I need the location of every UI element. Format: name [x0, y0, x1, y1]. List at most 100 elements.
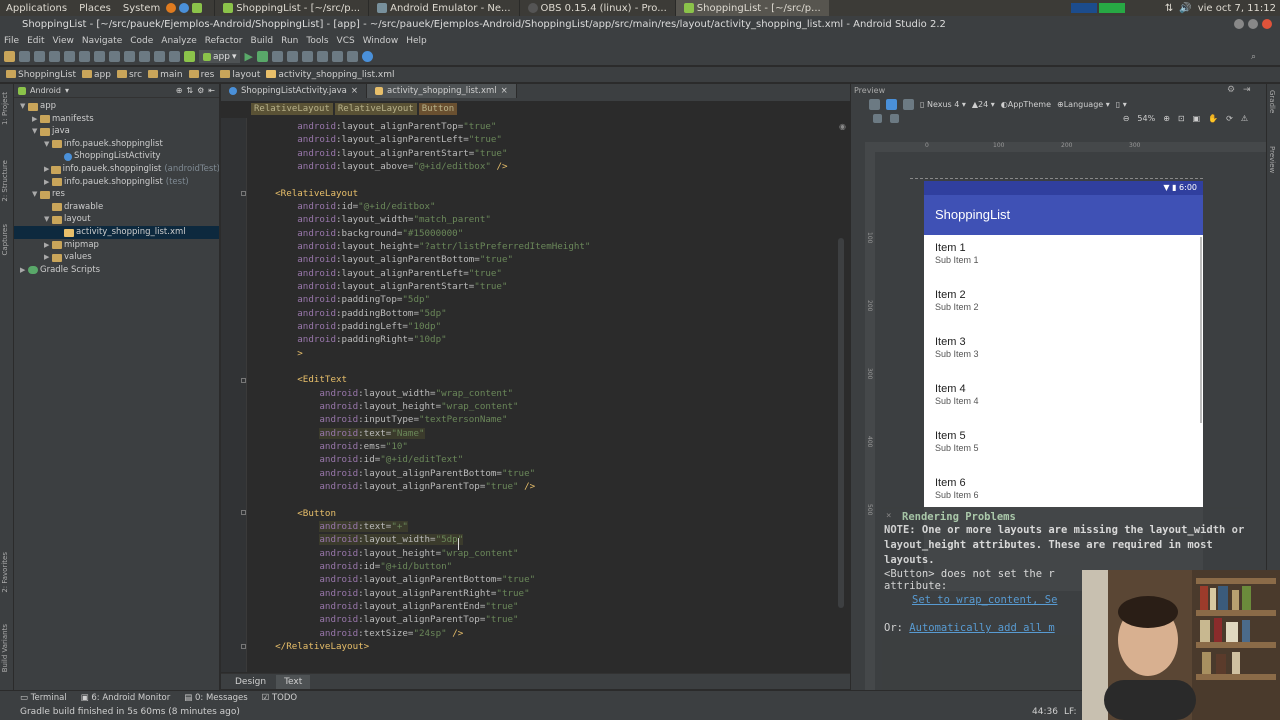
code-line[interactable]: android:text="Name": [253, 427, 425, 440]
collapse-icon[interactable]: ⇅: [186, 86, 193, 95]
forward-icon[interactable]: [169, 51, 180, 62]
code-line[interactable]: android:layout_width="wrap_content": [253, 387, 513, 400]
tree-item[interactable]: ▶ mipmap: [14, 239, 219, 252]
code-line[interactable]: android:paddingRight="10dp": [253, 333, 446, 346]
tree-item[interactable]: activity_shopping_list.xml: [14, 226, 219, 239]
run-icon[interactable]: ▶: [244, 50, 252, 63]
code-line[interactable]: android:id="@+id/editText": [253, 453, 463, 466]
theme-select[interactable]: ◐AppTheme: [1001, 100, 1051, 109]
tab-activity-shopping-list-xml[interactable]: activity_shopping_list.xml ×: [367, 84, 517, 98]
chevron-down-icon[interactable]: ▼: [44, 213, 52, 226]
code-line[interactable]: android:layout_alignParentTop="true" />: [253, 480, 535, 493]
nav-src[interactable]: src: [116, 70, 142, 80]
tree-item[interactable]: ▶ info.pauek.shoppinglist (androidTest): [14, 163, 219, 176]
code-line[interactable]: android:layout_alignParentTop="true": [253, 120, 496, 133]
code-line[interactable]: android:layout_alignParentBottom="true": [253, 467, 535, 480]
gradle-sync-icon[interactable]: [316, 51, 328, 62]
layout-variants-icon[interactable]: [869, 98, 880, 110]
taskbar-android-studio[interactable]: ShoppingList - [~/src/p...: [214, 0, 368, 16]
chrome-icon[interactable]: [179, 3, 190, 13]
nav-file[interactable]: activity_shopping_list.xml: [266, 70, 395, 80]
find-icon[interactable]: [124, 51, 135, 62]
menu-tools[interactable]: Tools: [302, 36, 332, 46]
tool-tab-favorites[interactable]: 2: Favorites: [1, 552, 9, 593]
list-item[interactable]: Item 1 Sub Item 1: [924, 235, 1203, 282]
tree-item[interactable]: drawable: [14, 201, 219, 214]
code-line[interactable]: android:layout_alignParentBottom="true": [253, 253, 513, 266]
project-view-select[interactable]: Android: [30, 86, 61, 95]
undo-icon[interactable]: [49, 51, 60, 62]
nav-project[interactable]: ShoppingList: [6, 70, 76, 80]
breadcrumb-relativelayout[interactable]: RelativeLayout: [334, 103, 417, 115]
profile-icon[interactable]: [286, 51, 298, 62]
search-icon[interactable]: ⌕: [1251, 52, 1280, 62]
device-select[interactable]: ▯ Nexus 4 ▾: [920, 100, 966, 109]
nav-main[interactable]: main: [148, 70, 183, 80]
tool-tab-project[interactable]: 1: Project: [1, 92, 9, 125]
code-line[interactable]: android:ems="10": [253, 440, 408, 453]
list-item[interactable]: Item 3 Sub Item 3: [924, 329, 1203, 376]
menu-file[interactable]: File: [0, 36, 23, 46]
code-line[interactable]: <EditText: [253, 373, 347, 386]
code-line[interactable]: android:background="#15000000": [253, 227, 463, 240]
code-line[interactable]: <RelativeLayout: [253, 187, 358, 200]
zoom-in-icon[interactable]: ⊕: [1163, 114, 1170, 123]
code-line[interactable]: android:layout_alignParentStart="true": [253, 280, 507, 293]
os-menu-places[interactable]: Places: [73, 3, 117, 14]
copy-icon[interactable]: [94, 51, 105, 62]
menu-help[interactable]: Help: [402, 36, 431, 46]
os-clock[interactable]: vie oct 7, 11:12: [1198, 3, 1280, 14]
refresh-icon[interactable]: ⟳: [1226, 114, 1233, 123]
code-line[interactable]: </RelativeLayout>: [253, 640, 369, 653]
code-line[interactable]: android:layout_alignParentTop="true": [253, 613, 518, 626]
auto-add-attributes-link[interactable]: Automatically add all m: [909, 622, 1054, 634]
chevron-right-icon[interactable]: ▶: [32, 113, 40, 126]
gear-icon[interactable]: ⚙: [197, 86, 204, 95]
gear-icon[interactable]: ⚙: [1227, 85, 1235, 95]
tree-item[interactable]: ▶ manifests: [14, 113, 219, 126]
code-line[interactable]: android:layout_width="5dp": [253, 533, 464, 546]
code-line[interactable]: android:textSize="24sp" />: [253, 627, 463, 640]
chevron-down-icon[interactable]: ▼: [32, 188, 40, 201]
fold-marker-icon[interactable]: [241, 510, 246, 515]
tree-item[interactable]: ▶ info.pauek.shoppinglist (test): [14, 176, 219, 189]
attach-icon[interactable]: [271, 51, 283, 62]
run-config-select[interactable]: app ▾: [199, 50, 241, 63]
cut-icon[interactable]: [79, 51, 90, 62]
terminal-icon[interactable]: [192, 3, 203, 13]
code-editor[interactable]: android:layout_alignParentTop="true" and…: [221, 118, 850, 672]
replace-icon[interactable]: [139, 51, 150, 62]
list-item[interactable]: Item 4 Sub Item 4: [924, 376, 1203, 423]
chevron-right-icon[interactable]: ▶: [44, 163, 51, 176]
taskbar-android-studio-active[interactable]: ShoppingList - [~/src/p...: [674, 0, 829, 16]
nav-layout[interactable]: layout: [220, 70, 260, 80]
tool-tab-structure[interactable]: 2: Structure: [1, 160, 9, 202]
taskbar-emulator[interactable]: Android Emulator - Ne...: [368, 0, 518, 16]
tab-text[interactable]: Text: [276, 674, 311, 689]
tool-tab-preview[interactable]: Preview: [1268, 146, 1276, 173]
nav-res[interactable]: res: [188, 70, 214, 80]
eye-icon[interactable]: ◉: [839, 122, 846, 131]
tool-tab-messages[interactable]: ▤ 0: Messages: [184, 693, 247, 703]
breadcrumb-relativelayout-root[interactable]: RelativeLayout: [251, 103, 333, 115]
save-icon[interactable]: [19, 51, 30, 62]
taskbar-obs[interactable]: OBS 0.15.4 (linux) - Pro...: [518, 0, 675, 16]
maximize-button[interactable]: [1248, 19, 1258, 29]
pan-icon[interactable]: ✋: [1208, 114, 1218, 123]
os-menu-applications[interactable]: Applications: [0, 3, 73, 14]
firefox-icon[interactable]: [166, 3, 177, 13]
back-icon[interactable]: [154, 51, 165, 62]
tree-item[interactable]: ShoppingListActivity: [14, 150, 219, 163]
sync-icon[interactable]: [34, 51, 45, 62]
chevron-down-icon[interactable]: ▾: [65, 86, 69, 95]
code-line[interactable]: android:inputType="textPersonName": [253, 413, 507, 426]
zoom-fit-icon[interactable]: ⊡: [1178, 114, 1185, 123]
tree-item[interactable]: ▶ Gradle Scripts: [14, 264, 219, 277]
tool-tab-captures[interactable]: Captures: [1, 224, 9, 255]
avd-manager-icon[interactable]: [331, 51, 343, 62]
screenshot-icon[interactable]: ▣: [1193, 114, 1201, 123]
chevron-right-icon[interactable]: ▶: [44, 176, 52, 189]
tab-shopping-list-activity[interactable]: ShoppingListActivity.java ×: [221, 84, 367, 98]
code-line[interactable]: android:layout_alignParentLeft="true": [253, 267, 502, 280]
set-wrap-content-link[interactable]: Set to wrap_content, Se: [912, 594, 1057, 606]
